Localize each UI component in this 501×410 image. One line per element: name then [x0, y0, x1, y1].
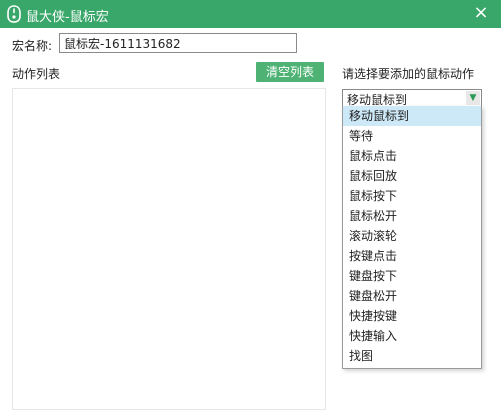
action-list-label: 动作列表 [12, 67, 61, 81]
macro-name-label: 宏名称: [12, 39, 53, 53]
mouse-logo-icon [6, 5, 22, 23]
dropdown-option[interactable]: 鼠标松开 [343, 206, 481, 226]
clear-list-button[interactable]: 清空列表 [256, 62, 324, 82]
dropdown-option[interactable]: 按键点击 [343, 246, 481, 266]
dropdown-option[interactable]: 鼠标按下 [343, 186, 481, 206]
title-bar: 鼠大侠-鼠标宏 × [0, 0, 501, 28]
dropdown-option[interactable]: 鼠标回放 [343, 166, 481, 186]
dropdown-option[interactable]: 键盘按下 [343, 266, 481, 286]
dropdown-option[interactable]: 找图 [343, 346, 481, 366]
action-select[interactable]: 移动鼠标到 ▼ [342, 89, 482, 107]
dropdown-option[interactable]: 键盘松开 [343, 286, 481, 306]
dropdown-option[interactable]: 快捷按键 [343, 306, 481, 326]
dropdown-option[interactable]: 鼠标点击 [343, 146, 481, 166]
dropdown-option[interactable]: 移动鼠标到 [343, 106, 481, 126]
dropdown-option[interactable]: 滚动滚轮 [343, 226, 481, 246]
action-dropdown-list: 移动鼠标到 等待 鼠标点击 鼠标回放 鼠标按下 鼠标松开 滚动滚轮 按键点击 键… [342, 106, 482, 369]
close-button[interactable]: × [471, 3, 491, 23]
dropdown-option[interactable]: 快捷输入 [343, 326, 481, 346]
window-title: 鼠大侠-鼠标宏 [26, 10, 109, 25]
dropdown-arrow-icon[interactable]: ▼ [466, 91, 480, 105]
action-select-label: 请选择要添加的鼠标动作 [342, 67, 475, 81]
action-list[interactable] [12, 88, 326, 410]
dropdown-option[interactable]: 等待 [343, 126, 481, 146]
macro-name-input[interactable] [59, 33, 297, 53]
